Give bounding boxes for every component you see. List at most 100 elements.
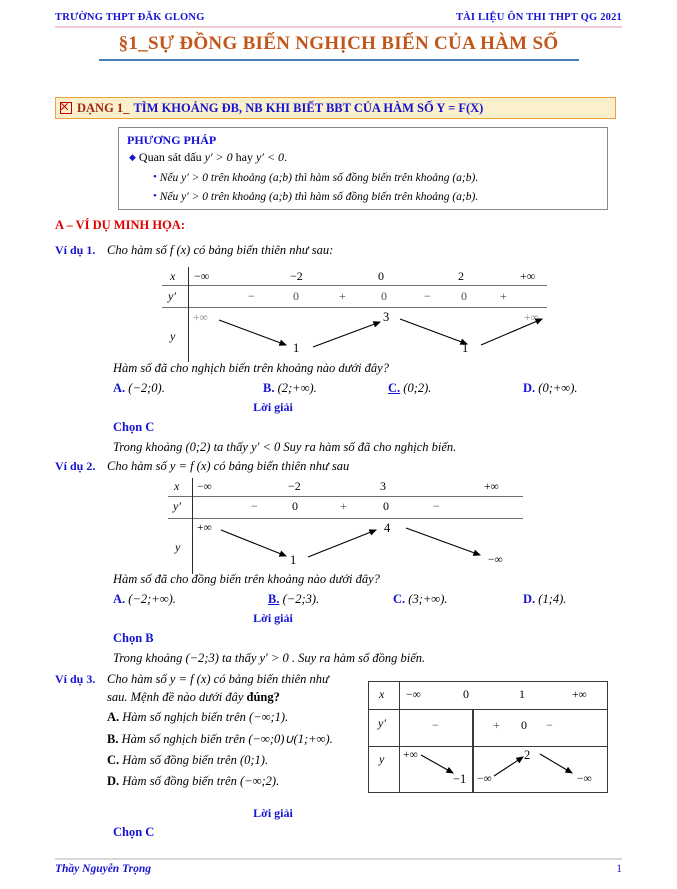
t3-row-label-yp: y′ xyxy=(378,716,386,730)
example-2-option-d[interactable]: D. (1;4). xyxy=(523,592,566,607)
t1-sign-2: + xyxy=(339,289,346,303)
example-1-choice: Chọn C xyxy=(113,420,155,434)
t1-row-label-yp: y′ xyxy=(168,289,176,303)
example-1-option-b[interactable]: B. (2;+∞). xyxy=(263,381,388,396)
t1-x-4: +∞ xyxy=(520,269,536,283)
example-2-option-b[interactable]: B. (−2;3). xyxy=(268,592,393,607)
method-line-1: ◆ Quan sát dấu y′ > 0 hay y′ < 0. xyxy=(129,150,599,165)
option-text: (3;+∞). xyxy=(408,592,448,606)
option-key: C. xyxy=(107,753,120,767)
option-key: B. xyxy=(263,381,275,395)
t1-row-label-x: x xyxy=(170,269,176,283)
example-2-prompt: Cho hàm số y = f (x) có bảng biến thiên … xyxy=(107,459,350,473)
method-line-1-math-2: y′ < 0 xyxy=(255,150,285,164)
t3-x-3: +∞ xyxy=(572,689,587,701)
t1-sign-1: 0 xyxy=(293,289,299,303)
t1-y-0: +∞ xyxy=(193,312,208,324)
bang-bien-thien-2: x y′ y −∞ −2 3 +∞ − 0 + 0 − +∞ 1 4 −∞ xyxy=(168,478,523,574)
example-2-question: Hàm số đã cho đồng biến trên khoảng nào … xyxy=(113,572,380,586)
t1-sign-4: − xyxy=(424,289,431,303)
example-3-label: Ví dụ 3. xyxy=(55,672,96,686)
example-1-body: Hàm số đã cho nghịch biến trên khoảng nà… xyxy=(113,361,622,455)
t3-y-0: +∞ xyxy=(403,749,418,761)
option-text: (−2;+∞). xyxy=(128,592,176,606)
example-1-prompt: Cho hàm số f (x) có bảng biến thiên như … xyxy=(107,243,334,257)
example-3-option-d[interactable]: D. Hàm số đồng biến trên (−∞;2). xyxy=(107,774,355,789)
option-key: B. xyxy=(107,732,119,746)
t3-sign-3: − xyxy=(546,718,553,732)
t3-sign-2: 0 xyxy=(521,718,527,732)
example-2-body: Hàm số đã cho đồng biến trên khoảng nào … xyxy=(113,572,622,666)
t1-x-0: −∞ xyxy=(194,269,210,283)
method-line-1-math-1: y′ > 0 xyxy=(204,150,233,164)
t2-row-label-yp: y′ xyxy=(173,499,181,513)
example-1-option-c[interactable]: C. (0;2). xyxy=(388,381,523,396)
option-text: Hàm số đồng biến trên (−∞;2). xyxy=(122,774,280,788)
t2-x-3: +∞ xyxy=(484,481,499,493)
example-3-option-c[interactable]: C. Hàm số đồng biến trên (0;1). xyxy=(107,753,355,768)
t1-arrow-up-2 xyxy=(480,315,550,347)
t3-x-1: 0 xyxy=(463,687,469,701)
example-1-options: A. (−2;0). B. (2;+∞). C. (0;2). D. (0;+∞… xyxy=(113,381,622,396)
option-key: C. xyxy=(388,381,401,395)
method-line-2-text: Nếu y′ > 0 trên khoảng (a;b) thì hàm số … xyxy=(159,172,479,184)
example-2-option-a[interactable]: A. (−2;+∞). xyxy=(113,592,268,607)
example-1-question: Hàm số đã cho nghịch biến trên khoảng nà… xyxy=(113,361,389,375)
t1-x-3: 2 xyxy=(458,269,464,283)
example-2-label: Ví dụ 2. xyxy=(55,459,96,473)
option-text: (2;+∞). xyxy=(277,381,317,395)
example-2: Ví dụ 2. Cho hàm số y = f (x) có bảng bi… xyxy=(55,459,622,474)
footer-page-number: 1 xyxy=(616,863,622,875)
example-2-explanation: Trong khoảng (−2;3) ta thấy y′ > 0 . Suy… xyxy=(113,651,426,665)
example-1-option-d[interactable]: D. (0;+∞). xyxy=(523,381,578,396)
option-key: A. xyxy=(113,381,126,395)
t2-x-2: 3 xyxy=(380,479,386,493)
t2-sign-3: 0 xyxy=(383,499,389,513)
bang-bien-thien-3: x y′ y −∞ 0 1 +∞ − + 0 − +∞ −1 −∞ 2 −∞ xyxy=(368,681,608,793)
t1-sign-3: 0 xyxy=(381,289,387,303)
diamond-bullet-icon: ◆ xyxy=(129,152,136,162)
example-3-prompt-emph: đúng? xyxy=(246,690,280,704)
example-3-option-b[interactable]: B. Hàm số nghịch biến trên (−∞;0)∪(1;+∞)… xyxy=(107,731,355,747)
option-text: (0;+∞). xyxy=(538,381,578,395)
example-1-label: Ví dụ 1. xyxy=(55,243,96,257)
method-line-1-text: Quan sát dấu xyxy=(138,150,202,164)
example-1-explanation: Trong khoảng (0;2) ta thấy y′ < 0 Suy ra… xyxy=(113,440,457,454)
t1-row-label-y: y xyxy=(170,329,176,343)
example-2-option-c[interactable]: C. (3;+∞). xyxy=(393,592,523,607)
document-page: TRƯỜNG THPT ĐĂK GLONG TÀI LIỆU ÔN THI TH… xyxy=(0,0,677,889)
t2-arrow-down-1 xyxy=(220,528,296,562)
dot-bullet-icon: • xyxy=(153,190,157,202)
method-line-3-text: Nếu y′ > 0 trên khoảng (a;b) thì hàm số … xyxy=(159,191,479,203)
example-3: Ví dụ 3. Cho hàm số y = f (x) có bảng bi… xyxy=(55,672,355,789)
dot-bullet-icon: • xyxy=(153,171,157,183)
title-block: §1_SỰ ĐỒNG BIẾN NGHỊCH BIẾN CỦA HÀM SỐ xyxy=(55,33,622,61)
page-title: §1_SỰ ĐỒNG BIẾN NGHỊCH BIẾN CỦA HÀM SỐ xyxy=(118,33,559,54)
t2-sign-0: − xyxy=(251,499,258,513)
header-divider xyxy=(55,26,622,28)
t3-sign-0: − xyxy=(432,718,439,732)
example-3-prompt-text: sau. Mệnh đề nào dưới đây xyxy=(107,690,247,704)
option-text: Hàm số nghịch biến trên (−∞;0)∪(1;+∞). xyxy=(121,732,333,746)
option-text: (−2;3). xyxy=(282,592,320,606)
option-key: A. xyxy=(107,710,120,724)
option-key: C. xyxy=(393,592,406,606)
t1-x-2: 0 xyxy=(378,269,384,283)
footer-author: Thầy Nguyễn Trọng xyxy=(55,863,152,875)
t3-x-0: −∞ xyxy=(406,689,421,701)
t2-sign-2: + xyxy=(340,499,347,513)
t3-row-label-x: x xyxy=(379,687,385,701)
example-1-option-a[interactable]: A. (−2;0). xyxy=(113,381,263,396)
t2-y-0: +∞ xyxy=(197,522,212,534)
t2-x-0: −∞ xyxy=(197,481,212,493)
example-1-solution-label: Lời giải xyxy=(253,400,293,414)
bang-bien-thien-1: x y′ y −∞ −2 0 2 +∞ − 0 + 0 − 0 + +∞ 1 3… xyxy=(162,267,547,362)
boxed-x-icon xyxy=(60,102,72,114)
example-3-solution-label: Lời giải xyxy=(253,806,293,820)
t2-row-label-y: y xyxy=(175,540,181,554)
t2-arrow-down-2 xyxy=(405,526,489,560)
page-header: TRƯỜNG THPT ĐĂK GLONG TÀI LIỆU ÔN THI TH… xyxy=(55,12,622,28)
example-2-options: A. (−2;+∞). B. (−2;3). C. (3;+∞). D. (1;… xyxy=(113,592,622,607)
t3-y-2: −∞ xyxy=(477,773,492,785)
example-3-option-a[interactable]: A. Hàm số nghịch biến trên (−∞;1). xyxy=(107,710,355,725)
